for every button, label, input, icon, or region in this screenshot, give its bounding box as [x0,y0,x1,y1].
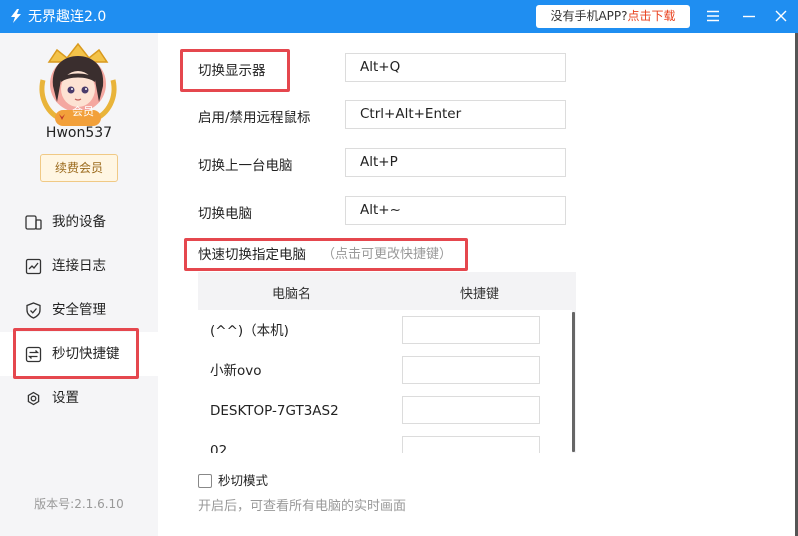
devices-icon [25,215,42,230]
sidebar: 会员 Hwon537 续费会员 我的设备 连接日志 安全管理 秒切快捷键 设置 … [0,33,158,536]
quick-switch-title: 快速切换指定电脑 [198,247,306,263]
scrollbar-thumb[interactable] [572,312,575,452]
hotkeys-panel: 切换显示器 Alt+Q 启用/禁用远程鼠标 Ctrl+Alt+Enter 切换上… [158,33,798,536]
table-row: 02 [198,432,570,453]
download-app-button[interactable]: 没有手机APP?点击下载 [536,5,690,28]
pc-shortcut-input[interactable] [402,436,540,453]
username: Hwon537 [45,125,113,141]
minimize-icon[interactable] [740,7,758,25]
app-logo-icon [11,9,21,23]
gear-icon [27,391,40,406]
instant-mode-label: 秒切模式 [218,473,269,488]
shortcut-label-previous-pc: 切换上一台电脑 [198,158,293,174]
table-header: 电脑名 快捷键 [198,272,576,310]
sidebar-item-label: 秒切快捷键 [52,346,120,362]
pc-shortcut-input[interactable] [402,396,540,424]
pc-name: 02 [210,443,228,453]
shortcut-field-previous-pc[interactable]: Alt+P [345,148,566,177]
renew-membership-button[interactable]: 续费会员 [40,154,118,182]
table-row: 小新ovo [198,352,570,392]
switch-icon [25,346,42,363]
quick-switch-hint[interactable]: （点击可更改快捷键） [322,246,452,264]
sidebar-item-label: 连接日志 [52,258,106,274]
title-bar: 无界趣连2.0 没有手机APP?点击下载 [0,0,798,33]
sidebar-item-label: 设置 [52,390,79,406]
app-title: 无界趣连2.0 [28,9,107,25]
log-chart-icon [25,258,42,275]
shortcut-field-remote-mouse[interactable]: Ctrl+Alt+Enter [345,100,566,129]
pc-shortcut-input[interactable] [402,316,540,344]
pc-shortcut-table: 电脑名 快捷键 (^^)（本机) 小新ovo DESKTOP-7GT3AS2 0… [198,272,576,453]
promo-text: 没有手机APP? [550,9,628,23]
promo-download-link[interactable]: 点击下载 [628,9,676,23]
column-header-shortcut: 快捷键 [460,287,500,302]
instant-mode-description: 开启后，可查看所有电脑的实时画面 [198,499,407,514]
table-row: DESKTOP-7GT3AS2 [198,392,570,432]
close-icon[interactable] [772,7,790,25]
shortcut-label-remote-mouse: 启用/禁用远程鼠标 [198,110,311,126]
sidebar-item-settings[interactable]: 设置 [0,376,158,420]
shortcut-label-switch-pc: 切换电脑 [198,206,252,222]
table-row: (^^)（本机) [198,312,570,352]
avatar-badge-label: 会员 [72,105,94,118]
sidebar-item-label: 安全管理 [52,302,106,318]
pc-name: DESKTOP-7GT3AS2 [210,403,339,419]
version-label: 版本号:2.1.6.10 [34,497,124,511]
shortcut-label-switch-monitor: 切换显示器 [198,63,266,79]
pc-shortcut-input[interactable] [402,356,540,384]
pc-name: (^^)（本机) [210,323,289,339]
shortcut-field-switch-pc[interactable]: Alt+~ [345,196,566,225]
shortcut-field-switch-monitor[interactable]: Alt+Q [345,53,566,82]
sidebar-item-label: 我的设备 [52,214,106,230]
pc-name: 小新ovo [210,363,262,379]
sidebar-item-hotkeys[interactable]: 秒切快捷键 [0,332,158,376]
instant-mode-checkbox[interactable] [198,474,212,488]
sidebar-item-connection-log[interactable]: 连接日志 [0,244,158,288]
shield-icon [26,302,41,319]
table-scrollbar[interactable] [572,310,576,453]
sidebar-item-security[interactable]: 安全管理 [0,288,158,332]
hamburger-menu-icon[interactable] [704,7,722,25]
column-header-pc-name: 电脑名 [272,287,312,302]
sidebar-item-my-devices[interactable]: 我的设备 [0,200,158,244]
